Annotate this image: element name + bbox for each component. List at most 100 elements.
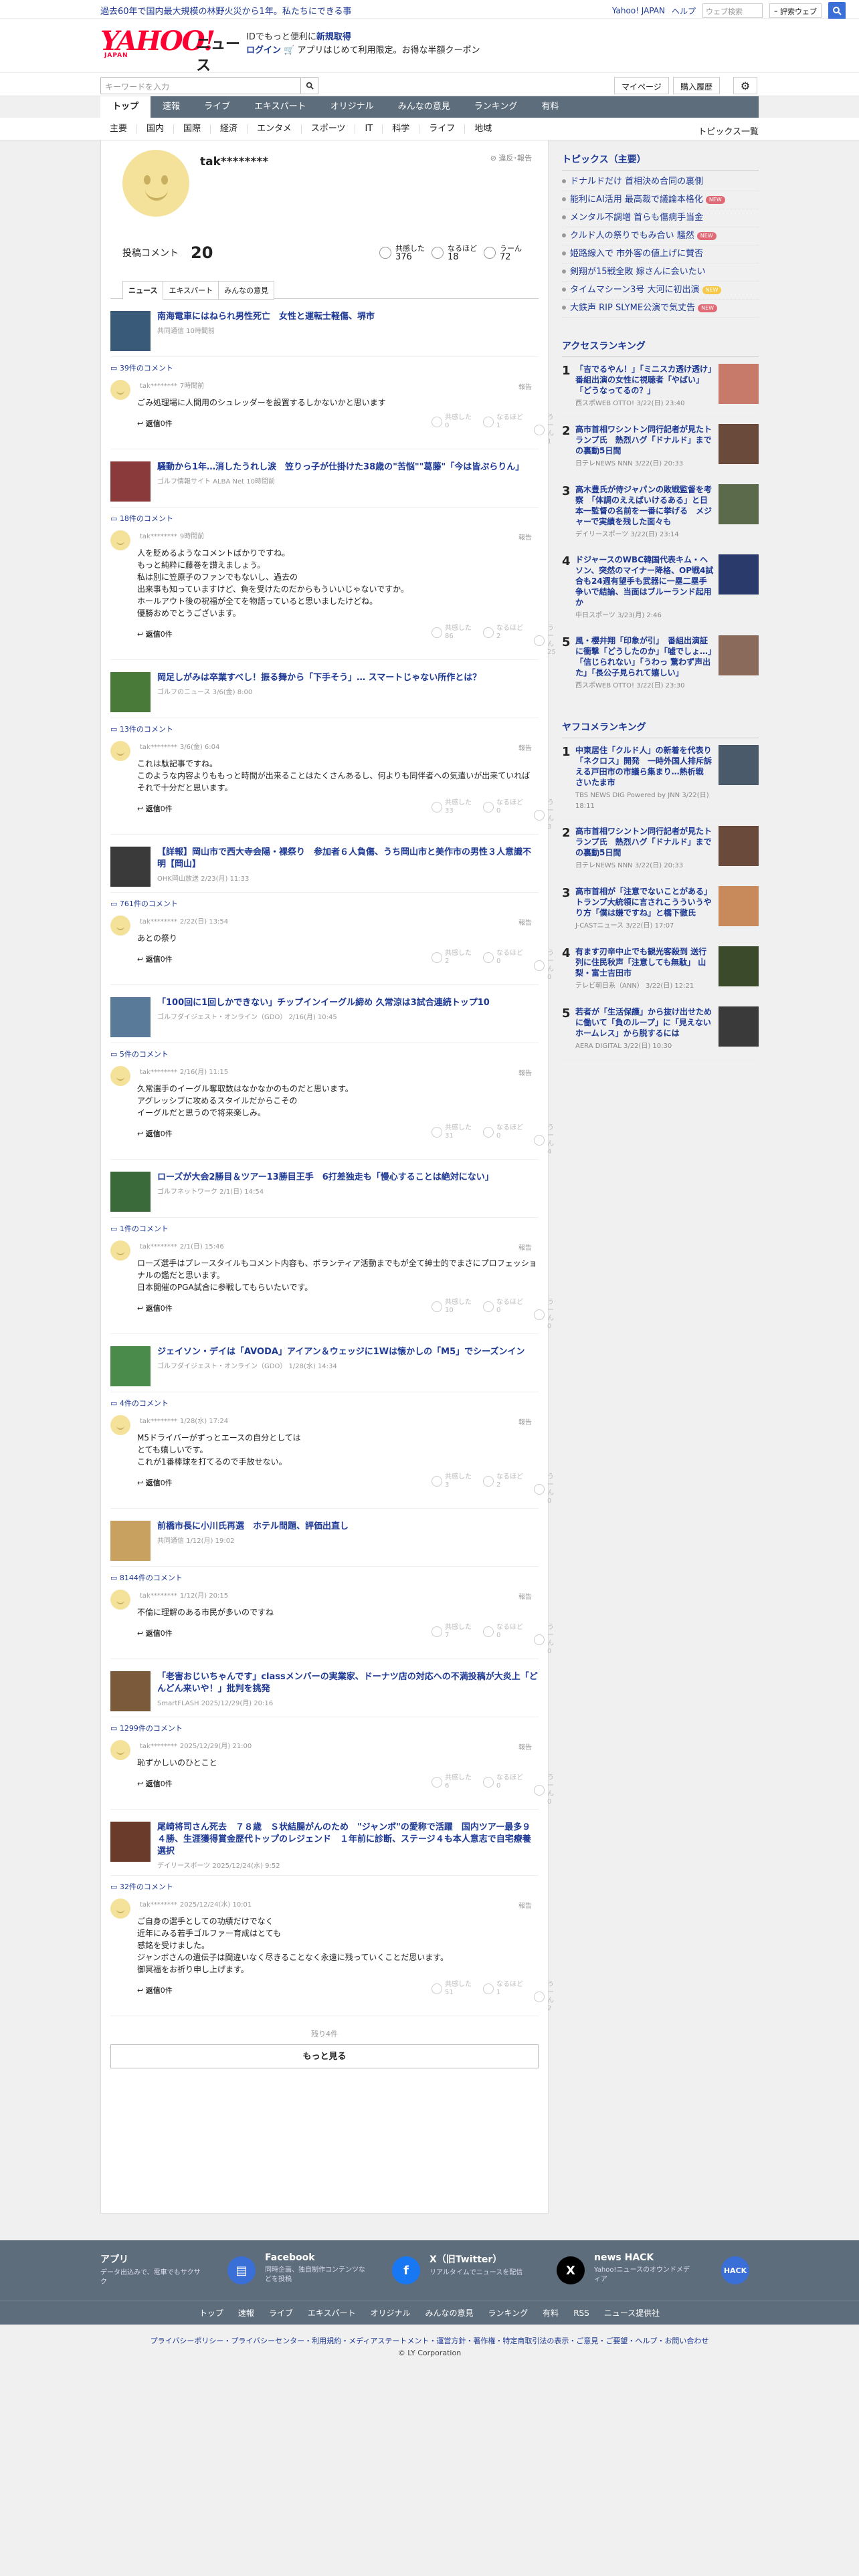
article-title[interactable]: 「老害おじいちゃんです」classメンバーの実業家、ドーナツ店の対応への不満投稿… xyxy=(157,1671,539,1695)
app-promo-item[interactable]: news HACK Yahoo!ニュースのオウンドメディア HACK xyxy=(594,2252,759,2287)
app-promo-text[interactable]: アプリはじめて利用限定。お得な半額クーポン xyxy=(297,45,480,56)
reply-button[interactable]: ↩ 返信0件 xyxy=(137,1128,173,1139)
top-news-link[interactable]: 過去60年で国内最大規模の林野火災から1年。私たちにできる事 xyxy=(100,4,352,17)
cat-life[interactable]: ライフ xyxy=(419,124,466,134)
umm-button[interactable]: うーん 3 xyxy=(534,799,554,831)
rank-thumbnail[interactable] xyxy=(719,364,759,404)
app-promo-item[interactable]: Facebook 同時企画、独自制作コンテンツなどを投稿 f xyxy=(265,2252,430,2287)
ranking-item[interactable]: 5 若者が「生活保護」から抜け出せために働いて「負のループ」に「見えないホームレス… xyxy=(562,1000,759,1060)
umm-button[interactable]: うーん 0 xyxy=(534,950,554,982)
umm-button[interactable]: うーん 0 xyxy=(534,1774,554,1806)
nav-breaking[interactable]: 速報 xyxy=(151,96,192,118)
cat-sports[interactable]: スポーツ xyxy=(302,124,356,134)
comment-user[interactable]: tak******** xyxy=(140,1069,177,1076)
footer-nav-item[interactable]: ニュース提供社 xyxy=(604,2301,660,2325)
article-title[interactable]: 尾崎将司さん死去 ７８歳 Ｓ状結腸がんのため "ジャンボ"の愛称で活躍 国内ツア… xyxy=(157,1822,539,1858)
umm-button[interactable]: うーん 0 xyxy=(534,1624,554,1656)
comment-user[interactable]: tak******** xyxy=(140,383,177,390)
article-card[interactable]: 【詳報】岡山市で西大寺会陽・裸祭り 参加者６人負傷、うち岡山市と美作市の男性３人… xyxy=(110,843,539,893)
cat-domestic[interactable]: 国内 xyxy=(137,124,175,134)
article-card[interactable]: 「老害おじいちゃんです」classメンバーの実業家、ドーナツ店の対応への不満投稿… xyxy=(110,1667,539,1717)
rank-thumbnail[interactable] xyxy=(719,424,759,464)
rank-title[interactable]: ドジャースのWBC韓国代表キム・ヘソン、突然のマイナー降格、OP戦4試合も24週… xyxy=(575,554,714,608)
topics-list-link[interactable]: トピックス一覧 xyxy=(698,124,759,137)
article-thumbnail[interactable] xyxy=(110,461,151,502)
rank-thumbnail[interactable] xyxy=(719,484,759,524)
ranking-item[interactable]: 4 有ます刃辛中止でも観光客殺到 送行列に住民秋声「注意しても無駄」 山梨・富士吉… xyxy=(562,940,759,1000)
footer-nav-item[interactable]: トップ xyxy=(199,2301,223,2325)
article-card[interactable]: 騒動から1年…消したうれし涙 笠りっ子が仕掛けた38歳の"苦悩""葛藤"「今は皆… xyxy=(110,457,539,508)
agree-button[interactable]: 共感した 86 xyxy=(432,625,472,641)
report-link[interactable]: 報告 xyxy=(518,1741,532,1751)
reply-button[interactable]: ↩ 返信0件 xyxy=(137,803,173,814)
topic-item[interactable]: 姫路線入で 市外客の値上げに賛否 xyxy=(562,245,759,263)
reply-button[interactable]: ↩ 返信0件 xyxy=(137,1303,173,1313)
app-promo-item[interactable]: X（旧Twitter） リアルタイムでニュースを配信 X xyxy=(430,2252,594,2287)
rank-title[interactable]: 「吉でるやん！」「ミニスカ透け透け」番組出演の女性に視聴者「やばい」「どうなって… xyxy=(575,364,714,396)
article-title[interactable]: 南海電車にはねられ男性死亡 女性と運転士軽傷、堺市 xyxy=(157,311,375,323)
nav-top[interactable]: トップ xyxy=(100,96,151,118)
article-thumbnail[interactable] xyxy=(110,1822,151,1862)
topic-item[interactable]: ドナルドだけ 首相決め合同の裏側 xyxy=(562,173,759,191)
ranking-item[interactable]: 3 高市首相が「注意でないことがある」トランプ大統領に言されこうういうやり方「僕は… xyxy=(562,879,759,940)
comment-user[interactable]: tak******** xyxy=(140,1243,177,1251)
settings-button[interactable]: ⚙ xyxy=(733,77,757,94)
article-card[interactable]: 前橋市長に小川氏再選 ホテル問題、評価出直し 共同通信 1/12(月) 19:02 xyxy=(110,1517,539,1567)
comment-user[interactable]: tak******** xyxy=(140,1592,177,1600)
comment-user[interactable]: tak******** xyxy=(140,1901,177,1909)
ranking-item[interactable]: 1 「吉でるやん！」「ミニスカ透け透け」番組出演の女性に視聴者「やばい」「どうなっ… xyxy=(562,357,759,417)
article-thumbnail[interactable] xyxy=(110,672,151,712)
reply-button[interactable]: ↩ 返信0件 xyxy=(137,1985,173,1996)
comment-count-link[interactable]: ▭ 5件のコメント xyxy=(110,1043,539,1063)
report-link[interactable]: 報告 xyxy=(518,917,532,927)
rank-thumbnail[interactable] xyxy=(719,745,759,785)
rank-thumbnail[interactable] xyxy=(719,946,759,986)
article-card[interactable]: 岡足しがみは卒業すべし！振る舞から「下手そう」… スマートじゃない所作とは？ ゴル… xyxy=(110,668,539,718)
hmm-button[interactable]: なるほど 0 xyxy=(483,1774,523,1790)
topic-item[interactable]: メンタル不調増 首らも傷病手当金 xyxy=(562,209,759,227)
load-more-button[interactable]: もっと見る xyxy=(110,2044,539,2068)
tab-opinions[interactable]: みんなの意見 xyxy=(218,281,275,300)
cat-local[interactable]: 地域 xyxy=(465,124,501,134)
umm-button[interactable]: うーん 25 xyxy=(534,625,556,657)
umm-button[interactable]: うーん 0 xyxy=(534,1299,554,1331)
comment-user[interactable]: tak******** xyxy=(140,744,177,751)
article-thumbnail[interactable] xyxy=(110,311,151,351)
agree-button[interactable]: 共感した 0 xyxy=(432,414,472,430)
article-title[interactable]: 騒動から1年…消したうれし涙 笠りっ子が仕掛けた38歳の"苦悩""葛藤"「今は皆… xyxy=(157,461,524,473)
tab-expert[interactable]: エキスパート xyxy=(163,281,219,300)
umm-button[interactable]: うーん 1 xyxy=(534,414,554,446)
keyword-search-input[interactable]: キーワードを入力 xyxy=(100,77,301,94)
topic-item[interactable]: タイムマシーン3号 大河に初出演 NEW xyxy=(562,282,759,300)
footer-nav-item[interactable]: ランキング xyxy=(488,2301,529,2325)
comment-user[interactable]: tak******** xyxy=(140,918,177,926)
hmm-button[interactable]: なるほど 0 xyxy=(483,799,523,815)
article-thumbnail[interactable] xyxy=(110,1172,151,1212)
footer-nav-item[interactable]: オリジナル xyxy=(371,2301,411,2325)
hmm-button[interactable]: なるほど 0 xyxy=(483,1299,523,1315)
reply-button[interactable]: ↩ 返信0件 xyxy=(137,1477,173,1488)
app-promo-item[interactable]: アプリ データ出込みで、電車でもサクサク ▤ xyxy=(100,2252,265,2287)
umm-button[interactable]: うーん 0 xyxy=(534,1473,554,1505)
ranking-item[interactable]: 2 高市首相ワシントン同行記者が見たトランプ氏 熱烈ハグ「ドナルド」までの裏動5日… xyxy=(562,819,759,879)
rank-title[interactable]: 高市首相が「注意でないことがある」トランプ大統領に言されこうういうやり方「僕は嫌… xyxy=(575,886,714,918)
agree-button[interactable]: 共感した 31 xyxy=(432,1124,472,1140)
comment-count-link[interactable]: ▭ 32件のコメント xyxy=(110,1876,539,1896)
topic-item[interactable]: 剣翔が15戦全敗 嫁さんに会いたい xyxy=(562,263,759,282)
footer-nav-item[interactable]: ライブ xyxy=(269,2301,293,2325)
comment-count-link[interactable]: ▭ 39件のコメント xyxy=(110,357,539,377)
rank-title[interactable]: 高市首相ワシントン同行記者が見たトランプ氏 熱烈ハグ「ドナルド」までの裏動5日間 xyxy=(575,826,714,858)
cat-world[interactable]: 国際 xyxy=(174,124,211,134)
rank-thumbnail[interactable] xyxy=(719,1006,759,1047)
rank-title[interactable]: 風・櫻井翔「印象が引」 番組出演証に衝撃「どうしたのか」「嘘でしょ…」「信じられ… xyxy=(575,635,714,678)
agree-button[interactable]: 共感した 2 xyxy=(432,950,472,966)
cat-economy[interactable]: 経済 xyxy=(211,124,248,134)
article-card[interactable]: ジェイソン・デイは「AVODA」アイアン＆ウェッジに1Wは懐かしの「M5」でシー… xyxy=(110,1342,539,1392)
comment-count-link[interactable]: ▭ 18件のコメント xyxy=(110,508,539,528)
purchase-history-button[interactable]: 購入履歴 xyxy=(673,77,721,94)
nav-ranking[interactable]: ランキング xyxy=(462,96,530,118)
agree-button[interactable]: 共感した 6 xyxy=(432,1774,472,1790)
reply-button[interactable]: ↩ 返信0件 xyxy=(137,418,173,429)
comment-count-link[interactable]: ▭ 1件のコメント xyxy=(110,1218,539,1238)
article-title[interactable]: 前橋市長に小川氏再選 ホテル問題、評価出直し xyxy=(157,1521,349,1533)
